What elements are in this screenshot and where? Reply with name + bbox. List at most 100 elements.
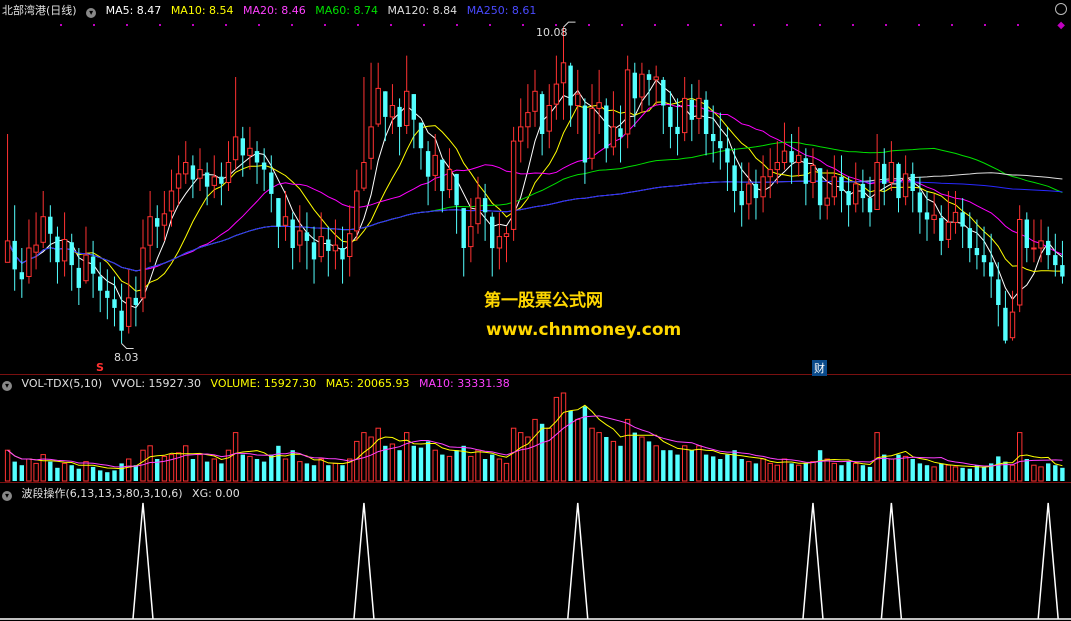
candle-body bbox=[340, 248, 345, 260]
price-legend: 北部湾港(日线) ▾ MA5: 8.47 MA10: 8.54 MA20: 8.… bbox=[2, 2, 542, 18]
candle-body bbox=[461, 208, 466, 248]
finance-badge[interactable]: 财 bbox=[812, 360, 827, 376]
volume-bar bbox=[269, 454, 274, 481]
candle-body bbox=[161, 213, 168, 226]
volume-bar bbox=[76, 468, 81, 481]
volume-chart[interactable] bbox=[0, 375, 1071, 483]
volume-bar bbox=[703, 454, 709, 481]
chevron-down-icon[interactable]: ▾ bbox=[2, 381, 12, 391]
candle-body bbox=[240, 138, 245, 156]
volume-bar bbox=[967, 468, 972, 481]
volume-bar bbox=[26, 458, 32, 482]
price-panel[interactable]: 北部湾港(日线) ▾ MA5: 8.47 MA10: 8.54 MA20: 8.… bbox=[0, 0, 1071, 376]
volume-bar bbox=[1046, 463, 1051, 481]
volume-bar bbox=[604, 437, 609, 481]
volume-bar bbox=[261, 461, 267, 481]
candle-body bbox=[326, 239, 331, 251]
candle-body bbox=[119, 310, 124, 331]
candle-body bbox=[582, 105, 588, 163]
candle-body bbox=[789, 151, 794, 163]
volume-bar bbox=[917, 463, 923, 481]
legend-dot-mark bbox=[885, 24, 887, 26]
vol-ma5-label: MA5: 20065.93 bbox=[325, 377, 410, 390]
candle-body bbox=[560, 62, 567, 84]
volume-bar bbox=[219, 463, 224, 481]
volume-bar bbox=[596, 432, 602, 482]
volume-bar bbox=[418, 447, 424, 481]
candle-body bbox=[318, 236, 324, 258]
volume-bar bbox=[354, 440, 360, 482]
volume-bar bbox=[646, 441, 652, 481]
chevron-down-icon[interactable]: ▾ bbox=[86, 8, 97, 18]
candle-body bbox=[753, 183, 759, 199]
candle-body bbox=[718, 141, 723, 149]
volume-bar bbox=[974, 465, 980, 481]
candle-body bbox=[69, 242, 74, 266]
legend-dot-mark bbox=[753, 24, 755, 26]
legend-dot-mark bbox=[918, 24, 920, 26]
candle-body bbox=[475, 197, 481, 225]
volume-bar bbox=[696, 445, 702, 482]
ma10-label: MA10: 8.54 bbox=[170, 4, 234, 17]
candle-body bbox=[368, 126, 374, 159]
volume-bar bbox=[739, 459, 744, 481]
volume-bar bbox=[532, 418, 538, 482]
candle-body bbox=[432, 154, 438, 176]
candle-body bbox=[269, 172, 274, 194]
candle-body bbox=[503, 233, 510, 237]
candle-body bbox=[90, 256, 96, 274]
candle-body bbox=[696, 97, 702, 119]
candle-body bbox=[155, 218, 160, 227]
settings-circle-icon[interactable] bbox=[1055, 3, 1067, 15]
volume-bar bbox=[318, 458, 324, 482]
ma60-label: MA60: 8.74 bbox=[315, 4, 378, 17]
volume-panel[interactable]: ▾ VOL-TDX(5,10) VVOL: 15927.30 VOLUME: 1… bbox=[0, 374, 1071, 483]
candle-body bbox=[204, 172, 210, 187]
ind-title[interactable]: 波段操作(6,13,13,3,80,3,10,6) bbox=[22, 487, 183, 500]
vvol-label: VVOL: 15927.30 bbox=[111, 377, 202, 390]
indicator-chart[interactable] bbox=[0, 483, 1071, 621]
volume-bar bbox=[653, 445, 659, 482]
candle-body bbox=[760, 176, 766, 198]
indicator-panel[interactable]: ▾ 波段操作(6,13,13,3,80,3,10,6) XG: 0.00 bbox=[0, 482, 1071, 621]
xg-label: XG: 0.00 bbox=[192, 487, 240, 500]
stock-title[interactable]: 北部湾港(日线) bbox=[2, 4, 77, 17]
volume-bar bbox=[397, 450, 402, 481]
candle-body bbox=[219, 176, 224, 184]
candle-body bbox=[675, 126, 680, 134]
candle-body bbox=[383, 91, 388, 117]
volume-bar bbox=[1060, 467, 1065, 481]
signal-spike bbox=[132, 502, 154, 620]
candle-body bbox=[397, 106, 402, 127]
candle-body bbox=[276, 198, 281, 227]
vol-title[interactable]: VOL-TDX(5,10) bbox=[22, 377, 103, 390]
candle-body bbox=[175, 173, 182, 189]
candle-body bbox=[931, 214, 937, 220]
candle-body bbox=[882, 163, 887, 184]
volume-bar bbox=[389, 443, 396, 482]
volume-bar bbox=[767, 462, 773, 482]
candle-body bbox=[839, 176, 844, 191]
volume-bar bbox=[69, 465, 74, 481]
candle-body bbox=[810, 164, 816, 183]
candle-body bbox=[996, 279, 1001, 305]
volume-bar bbox=[1009, 464, 1016, 482]
volume-bar bbox=[753, 463, 759, 481]
candle-body bbox=[389, 105, 396, 118]
candle-body bbox=[1017, 219, 1023, 306]
candle-body bbox=[661, 79, 666, 106]
price-chart[interactable] bbox=[0, 0, 1071, 374]
chevron-down-icon[interactable]: ▾ bbox=[2, 491, 12, 501]
volume-bar bbox=[446, 455, 453, 482]
ma250-label: MA250: 8.61 bbox=[466, 4, 537, 17]
volume-bar bbox=[518, 432, 524, 482]
candle-body bbox=[703, 99, 709, 134]
candle-body bbox=[140, 247, 146, 299]
candle-body bbox=[668, 106, 673, 127]
candle-body bbox=[48, 216, 53, 234]
legend-dot-mark bbox=[357, 24, 359, 26]
signal-spike bbox=[353, 502, 375, 620]
volume-bar bbox=[689, 450, 694, 481]
candle-body bbox=[247, 147, 253, 156]
volume-bar bbox=[490, 454, 495, 481]
